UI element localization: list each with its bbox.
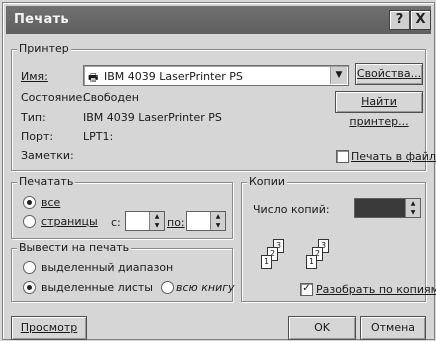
properties-button-label: Свойства... [356,67,422,80]
close-button[interactable]: X [410,10,431,30]
window-title: Печать [14,12,69,27]
print-range-group-title: Печатать [17,175,76,188]
copies-group-title: Копии [247,175,288,188]
print-to-file-checkbox[interactable] [336,150,349,163]
print-sheets-label[interactable]: выделенные листы [41,281,153,294]
print-all-label[interactable]: все [41,196,60,209]
spin-down-icon[interactable]: ▼ [211,221,225,230]
spin-up-icon[interactable]: ▲ [150,212,164,221]
collate-illustration-1: 3 2 1 [261,239,291,271]
printer-icon: 🖶 [88,71,99,84]
to-label: по: [167,216,185,229]
print-selection-radio[interactable] [23,261,36,274]
print-selection-label[interactable]: выделенный диапазон [41,261,173,274]
printer-name-combo[interactable]: 🖶 IBM 4039 LaserPrinter PS ▼ [83,65,349,86]
port-label: Порт: [21,130,54,143]
print-dialog: Печать ? X Принтер Имя: 🖶 IBM 4039 Laser… [2,2,436,340]
ok-button[interactable]: OK [288,316,356,340]
help-button[interactable]: ? [389,10,410,30]
to-page-spinner[interactable]: ▲ ▼ [186,211,226,231]
chevron-down-icon[interactable]: ▼ [330,67,347,84]
print-workbook-label[interactable]: всю книгу [176,281,235,294]
type-value: IBM 4039 LaserPrinter PS [83,111,222,124]
title-bar[interactable]: Печать ? X [6,6,431,34]
preview-button[interactable]: Просмотр [11,316,87,340]
from-spin-buttons[interactable]: ▲ ▼ [149,212,164,230]
spin-up-icon[interactable]: ▲ [406,199,420,208]
copies-count-spinner[interactable]: ▲ ▼ [354,198,421,218]
collate-label[interactable]: Разобрать по копиям [316,283,436,296]
spin-down-icon[interactable]: ▼ [406,208,420,217]
printer-group-title: Принтер [17,42,71,55]
collate-page-icon: 1 [306,255,317,269]
find-printer-button[interactable]: Найти принтер... [335,91,423,128]
printer-name-label: Имя: [21,70,48,83]
to-spin-buttons[interactable]: ▲ ▼ [210,212,225,230]
print-workbook-radio[interactable] [161,281,174,294]
find-printer-button-label: Найти принтер... [349,95,409,128]
port-value: LPT1: [83,130,114,143]
spin-down-icon[interactable]: ▼ [150,221,164,230]
spin-up-icon[interactable]: ▲ [211,212,225,221]
notes-label: Заметки: [21,149,74,162]
collate-checkbox[interactable]: ✓ [300,283,313,296]
collate-page-icon: 1 [261,255,272,269]
preview-button-label: Просмотр [20,321,78,334]
type-label: Тип: [21,111,46,124]
ok-button-label: OK [314,321,330,334]
print-what-group-title: Вывести на печать [17,241,132,254]
copies-spin-buttons[interactable]: ▲ ▼ [405,199,420,217]
print-sheets-radio[interactable] [23,281,36,294]
cancel-button-label: Отмена [370,321,416,334]
state-value: Свободен [83,91,139,104]
collate-illustration-2: 3 2 1 [306,239,336,271]
print-to-file-label[interactable]: Печать в файл [351,150,436,163]
properties-button[interactable]: Свойства... [355,63,423,85]
print-pages-radio[interactable] [23,215,36,228]
from-page-spinner[interactable]: ▲ ▼ [125,211,165,231]
print-pages-label[interactable]: страницы [41,215,98,228]
printer-name-value: IBM 4039 LaserPrinter PS [104,70,243,83]
cancel-button[interactable]: Отмена [360,316,426,340]
print-all-radio[interactable] [23,196,36,209]
state-label: Состояние: [21,91,87,104]
copies-count-label: Число копий: [253,203,330,216]
from-label: с: [111,216,121,229]
